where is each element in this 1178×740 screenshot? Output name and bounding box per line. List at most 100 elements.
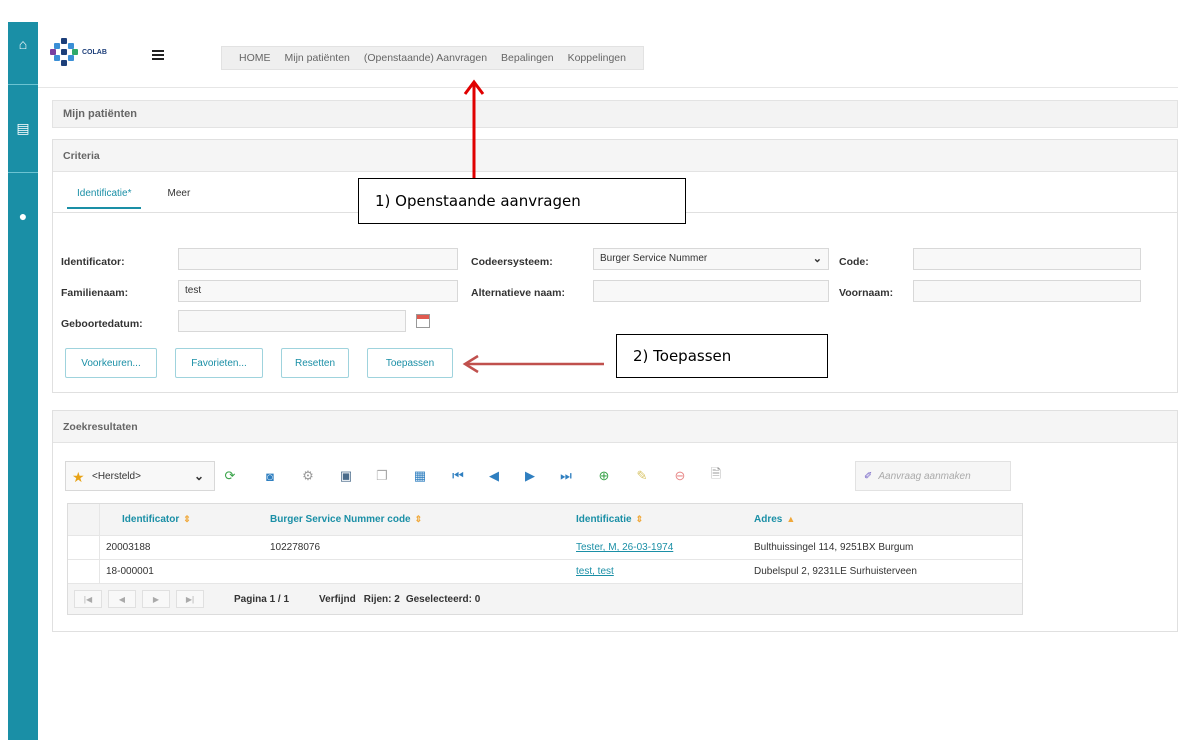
cell-identificatie-link[interactable]: Tester, M, 26-03-1974	[566, 542, 744, 553]
refine-link[interactable]: Verfijnd	[319, 594, 356, 605]
geboortedatum-label: Geboortedatum:	[61, 318, 143, 330]
results-title: Zoekresultaten	[53, 411, 1177, 443]
alternatieve-naam-input[interactable]	[593, 280, 829, 302]
column-header-bsn[interactable]: Burger Service Nummer code ⇕	[260, 514, 566, 525]
codeersysteem-label: Codeersysteem:	[471, 256, 553, 268]
results-panel: Zoekresultaten ★ <Hersteld> ⌄ ⟳ ◙ ⚙ ▣ ❐ …	[52, 410, 1178, 632]
voorkeuren-button[interactable]: Voorkeuren...	[65, 348, 157, 378]
geboortedatum-input[interactable]	[178, 310, 406, 332]
view-select[interactable]: ★ <Hersteld> ⌄	[65, 461, 215, 491]
cell-identificator: 18-000001	[106, 566, 154, 577]
last-page-icon[interactable]: ▶|	[176, 590, 204, 608]
column-header-identificatie[interactable]: Identificatie ⇕	[566, 514, 744, 525]
add-icon[interactable]: ⊕	[595, 467, 613, 485]
last-record-icon[interactable]: ⏭	[557, 467, 575, 485]
favorieten-button[interactable]: Favorieten...	[175, 348, 263, 378]
main-nav: HOME Mijn patiënten (Openstaande) Aanvra…	[221, 46, 644, 70]
rail-divider	[8, 172, 38, 173]
chevron-down-icon: ⌄	[812, 253, 822, 265]
cell-bsn: 102278076	[270, 542, 321, 553]
list-icon[interactable]: ▤	[8, 114, 38, 142]
refresh-icon[interactable]: ⟳	[221, 467, 239, 485]
code-label: Code:	[839, 256, 869, 268]
criteria-tabs: Identificatie* Meer	[67, 188, 190, 209]
row-count: Rijen: 2	[363, 593, 400, 605]
copy-icon[interactable]: ❐	[373, 467, 391, 485]
tab-identificatie[interactable]: Identificatie*	[67, 188, 142, 209]
annotation-arrow-up	[463, 79, 485, 178]
left-rail: ⌂ ▤ ●	[8, 22, 38, 740]
aanvraag-aanmaken-button[interactable]: ✐ Aanvraag aanmaken	[855, 461, 1011, 491]
identificator-label: Identificator:	[61, 256, 125, 268]
wand-icon: ✐	[864, 470, 873, 482]
grid-footer: |◀ ◀ ▶ ▶| Pagina 1 / 1 Verfijnd Rijen: 2…	[68, 584, 1022, 614]
annotation-arrow-left	[462, 354, 604, 374]
cell-identificator: 20003188	[106, 542, 151, 553]
aanvraag-aanmaken-label: Aanvraag aanmaken	[878, 470, 971, 482]
selected-count: Geselecteerd: 0	[405, 593, 481, 605]
codeersysteem-value: Burger Service Nummer	[600, 253, 708, 264]
chevron-down-icon: ⌄	[194, 469, 205, 483]
document-icon[interactable]: 🗎	[707, 466, 725, 485]
nav-bepalingen[interactable]: Bepalingen	[501, 52, 554, 64]
identificator-input[interactable]	[178, 248, 458, 270]
codeersysteem-select[interactable]: Burger Service Nummer ⌄	[593, 248, 829, 270]
annotation-step2: 2) Toepassen	[616, 334, 828, 378]
page-header: Mijn patiënten	[52, 100, 1178, 128]
nav-home[interactable]: HOME	[239, 52, 271, 64]
star-icon: ★	[72, 469, 85, 485]
resetten-button[interactable]: Resetten	[281, 348, 349, 378]
page: ⌂ ▤ ● COLAB HOME Mijn patiënten (Opensta…	[0, 0, 1178, 740]
topbar: COLAB HOME Mijn patiënten (Openstaande) …	[38, 22, 1178, 88]
prev-page-icon[interactable]: ◀	[108, 590, 136, 608]
calendar-icon[interactable]	[416, 314, 430, 328]
first-page-icon[interactable]: |◀	[74, 590, 102, 608]
code-input[interactable]	[913, 248, 1141, 270]
voornaam-input[interactable]	[913, 280, 1141, 302]
previous-record-icon[interactable]: ◀	[485, 467, 503, 485]
next-page-icon[interactable]: ▶	[142, 590, 170, 608]
cell-identificatie-link[interactable]: test, test	[566, 566, 744, 577]
hamburger-menu-icon[interactable]	[152, 50, 164, 60]
alternatieve-naam-label: Alternatieve naam:	[471, 287, 565, 299]
voornaam-label: Voornaam:	[839, 287, 894, 299]
nav-mijn-patienten[interactable]: Mijn patiënten	[285, 52, 350, 64]
user-icon[interactable]: ●	[8, 202, 38, 230]
export-icon[interactable]: ▣	[337, 467, 355, 485]
tab-meer[interactable]: Meer	[167, 188, 190, 209]
column-header-identificator[interactable]: Identificator ⇕	[100, 514, 260, 525]
page-title: Mijn patiënten	[63, 108, 137, 120]
row-selector[interactable]	[68, 560, 100, 583]
home-icon[interactable]: ⌂	[8, 30, 38, 58]
colab-logo[interactable]: COLAB	[50, 38, 107, 66]
cell-adres: Bulthuissingel 114, 9251BX Burgum	[754, 542, 914, 553]
page-indicator: Pagina 1 / 1	[234, 593, 290, 605]
rail-divider	[8, 84, 38, 85]
toepassen-button[interactable]: Toepassen	[367, 348, 453, 378]
view-select-value: <Hersteld>	[92, 471, 141, 482]
logo-text: COLAB	[82, 48, 107, 56]
next-record-icon[interactable]: ▶	[521, 467, 539, 485]
familienaam-input[interactable]: test	[178, 280, 458, 302]
criteria-title: Criteria	[53, 140, 1177, 172]
search-record-icon[interactable]: ◙	[261, 467, 279, 485]
edit-pencil-icon[interactable]: ✎	[633, 467, 651, 485]
logo-mark-icon	[50, 38, 78, 66]
grid-view-icon[interactable]: ▦	[411, 467, 429, 485]
row-selector[interactable]	[68, 536, 100, 559]
select-column-header	[68, 504, 100, 535]
first-record-icon[interactable]: ⏮	[449, 467, 467, 485]
column-header-adres[interactable]: Adres ▲	[744, 514, 1022, 525]
results-toolbar: ★ <Hersteld> ⌄ ⟳ ◙ ⚙ ▣ ❐ ▦ ⏮ ◀ ▶ ⏭ ⊕ ✎ ⊖…	[65, 461, 1015, 491]
familienaam-label: Familienaam:	[61, 287, 129, 299]
delete-icon[interactable]: ⊖	[671, 467, 689, 485]
results-grid: Identificator ⇕ Burger Service Nummer cod…	[67, 503, 1023, 615]
nav-koppelingen[interactable]: Koppelingen	[568, 52, 626, 64]
annotation-step1: 1) Openstaande aanvragen	[358, 178, 686, 224]
settings-gear-icon[interactable]: ⚙	[299, 467, 317, 485]
grid-header: Identificator ⇕ Burger Service Nummer cod…	[68, 504, 1022, 536]
cell-adres: Dubelspul 2, 9231LE Surhuisterveen	[754, 566, 917, 577]
table-row[interactable]: 20003188 102278076 Tester, M, 26-03-1974…	[68, 536, 1022, 560]
nav-openstaande-aanvragen[interactable]: (Openstaande) Aanvragen	[364, 52, 487, 64]
table-row[interactable]: 18-000001 test, test Dubelspul 2, 9231LE…	[68, 560, 1022, 584]
